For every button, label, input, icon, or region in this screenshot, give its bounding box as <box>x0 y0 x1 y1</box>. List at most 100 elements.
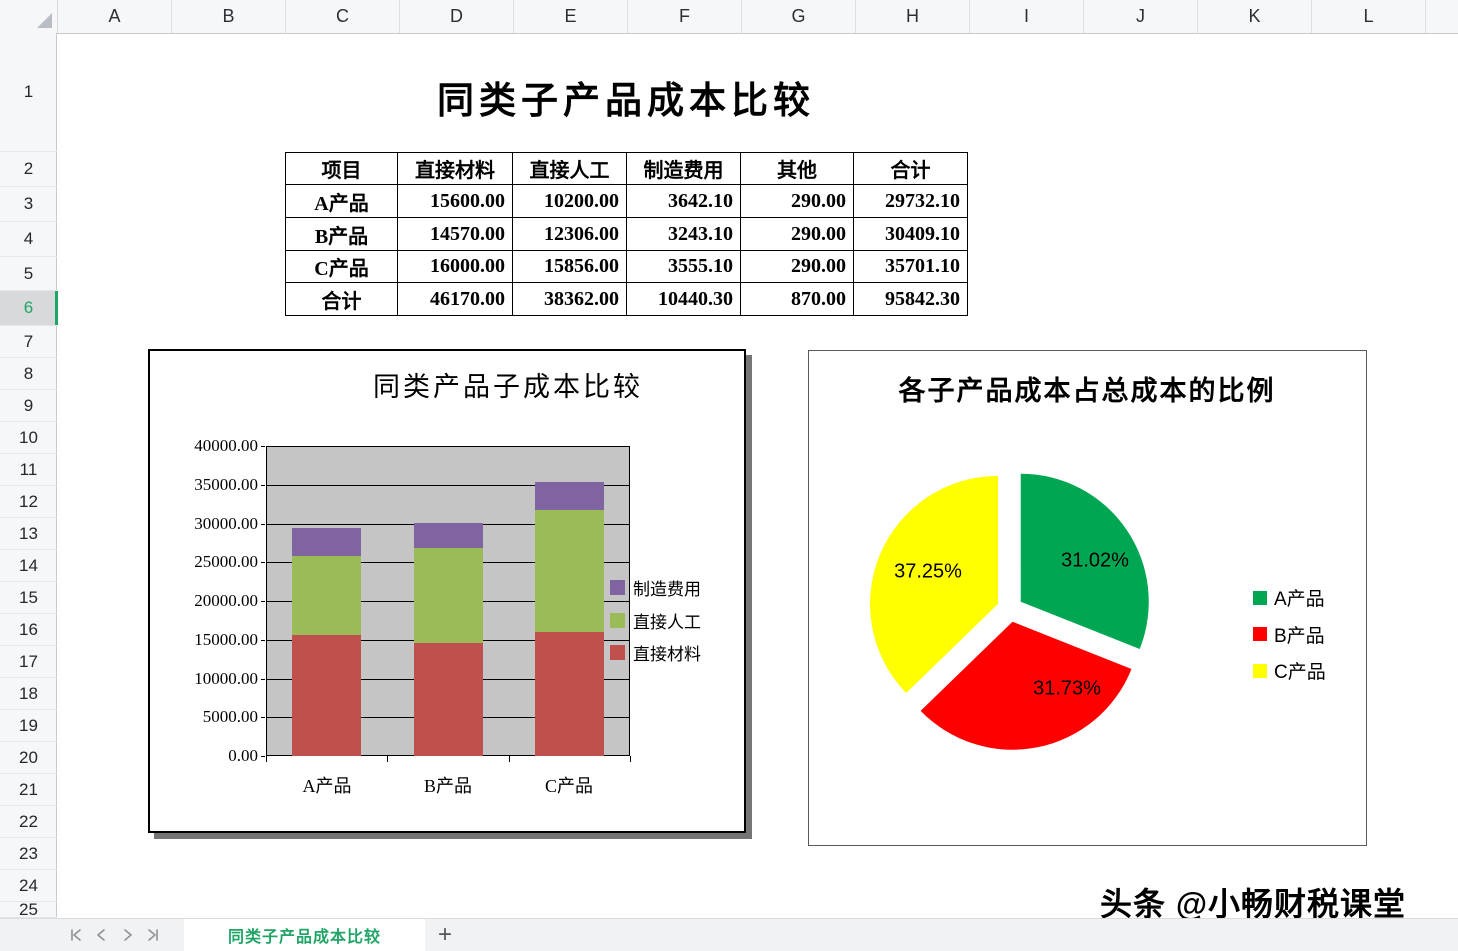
sheet-tab-active[interactable]: 同类子产品成本比较 <box>184 919 425 951</box>
pie-chart-frame[interactable]: 各子产品成本占总成本的比例 31.02%31.73%37.25%A产品B产品C产… <box>808 350 1367 846</box>
row-header-3[interactable]: 3 <box>0 187 57 222</box>
table-cell-r0c5[interactable]: 29732.10 <box>854 185 968 218</box>
table-cell-r1c1[interactable]: 14570.00 <box>398 218 513 251</box>
table-cell-r2c4[interactable]: 290.00 <box>741 251 854 283</box>
add-sheet-button[interactable]: + <box>425 919 465 951</box>
table-cell-r2c3[interactable]: 3555.10 <box>627 251 741 283</box>
bar-segment-B产品-直接人工[interactable] <box>414 548 483 643</box>
bar-segment-C产品-制造费用[interactable] <box>535 482 604 510</box>
row-header-16[interactable]: 16 <box>0 614 57 646</box>
table-cell-r1c3[interactable]: 3243.10 <box>627 218 741 251</box>
page-title[interactable]: 同类子产品成本比较 <box>285 70 967 124</box>
column-header-H[interactable]: H <box>856 0 970 33</box>
row-header-5[interactable]: 5 <box>0 257 57 291</box>
table-header-col1[interactable]: 直接材料 <box>398 153 513 185</box>
bar-chart-title: 同类产品子成本比较 <box>373 365 643 404</box>
bar-segment-B产品-制造费用[interactable] <box>414 523 483 548</box>
bar-segment-C产品-直接人工[interactable] <box>535 509 604 632</box>
legend-item-制造费用[interactable]: 制造费用 <box>610 575 701 600</box>
table-cell-r3c0[interactable]: 合计 <box>286 283 398 316</box>
row-header-8[interactable]: 8 <box>0 358 57 390</box>
column-header-F[interactable]: F <box>628 0 742 33</box>
pie-legend-item-A产品[interactable]: A产品 <box>1253 584 1325 611</box>
bar-segment-A产品-直接人工[interactable] <box>292 556 361 635</box>
column-header-I[interactable]: I <box>970 0 1084 33</box>
table-header-col0[interactable]: 项目 <box>286 153 398 185</box>
table-cell-r0c2[interactable]: 10200.00 <box>513 185 627 218</box>
row-header-4[interactable]: 4 <box>0 222 57 257</box>
column-header-D[interactable]: D <box>400 0 514 33</box>
select-all-corner[interactable] <box>0 0 58 33</box>
table-header-col4[interactable]: 其他 <box>741 153 854 185</box>
row-header-21[interactable]: 21 <box>0 774 57 806</box>
row-header-19[interactable]: 19 <box>0 710 57 742</box>
table-cell-r2c5[interactable]: 35701.10 <box>854 251 968 283</box>
sheet-nav-group <box>62 919 166 951</box>
table-header-col2[interactable]: 直接人工 <box>513 153 627 185</box>
column-header-J[interactable]: J <box>1084 0 1198 33</box>
table-cell-r0c4[interactable]: 290.00 <box>741 185 854 218</box>
row-header-1[interactable]: 1 <box>0 33 57 152</box>
column-header-B[interactable]: B <box>172 0 286 33</box>
bar-segment-A产品-制造费用[interactable] <box>292 528 361 556</box>
table-cell-r0c1[interactable]: 15600.00 <box>398 185 513 218</box>
row-header-10[interactable]: 10 <box>0 422 57 454</box>
cost-table[interactable]: 项目直接材料直接人工制造费用其他合计A产品15600.0010200.00364… <box>285 152 968 316</box>
table-header-col3[interactable]: 制造费用 <box>627 153 741 185</box>
row-header-22[interactable]: 22 <box>0 806 57 838</box>
table-cell-r3c5[interactable]: 95842.30 <box>854 283 968 316</box>
table-cell-r3c2[interactable]: 38362.00 <box>513 283 627 316</box>
column-header-A[interactable]: A <box>58 0 172 33</box>
table-cell-r3c3[interactable]: 10440.30 <box>627 283 741 316</box>
sheet-tab-bar: 同类子产品成本比较 + <box>0 918 1458 951</box>
bar-segment-C产品-直接材料[interactable] <box>535 632 604 756</box>
legend-item-直接材料[interactable]: 直接材料 <box>610 640 701 665</box>
table-cell-r0c0[interactable]: A产品 <box>286 185 398 218</box>
table-cell-r2c0[interactable]: C产品 <box>286 251 398 283</box>
row-header-18[interactable]: 18 <box>0 678 57 710</box>
column-header-E[interactable]: E <box>514 0 628 33</box>
prev-sheet-icon[interactable] <box>88 924 114 946</box>
bar-segment-A产品-直接材料[interactable] <box>292 635 361 756</box>
row-header-14[interactable]: 14 <box>0 550 57 582</box>
row-header-6[interactable]: 6 <box>0 291 57 326</box>
table-header-col5[interactable]: 合计 <box>854 153 968 185</box>
row-header-11[interactable]: 11 <box>0 454 57 486</box>
table-cell-r2c1[interactable]: 16000.00 <box>398 251 513 283</box>
row-header-2[interactable]: 2 <box>0 152 57 187</box>
row-header-17[interactable]: 17 <box>0 646 57 678</box>
table-cell-r3c1[interactable]: 46170.00 <box>398 283 513 316</box>
table-cell-r2c2[interactable]: 15856.00 <box>513 251 627 283</box>
row-header-13[interactable]: 13 <box>0 518 57 550</box>
y-tick-15000 <box>261 640 265 641</box>
row-header-24[interactable]: 24 <box>0 870 57 902</box>
legend-label-直接材料: 直接材料 <box>633 640 701 665</box>
next-sheet-icon[interactable] <box>114 924 140 946</box>
pie-legend-item-B产品[interactable]: B产品 <box>1253 621 1325 648</box>
first-sheet-icon[interactable] <box>62 924 88 946</box>
table-cell-r0c3[interactable]: 3642.10 <box>627 185 741 218</box>
row-header-9[interactable]: 9 <box>0 390 57 422</box>
pie-legend-item-C产品[interactable]: C产品 <box>1253 657 1326 684</box>
table-cell-r3c4[interactable]: 870.00 <box>741 283 854 316</box>
table-cell-r1c5[interactable]: 30409.10 <box>854 218 968 251</box>
column-header-C[interactable]: C <box>286 0 400 33</box>
bar-segment-B产品-直接材料[interactable] <box>414 643 483 756</box>
legend-item-直接人工[interactable]: 直接人工 <box>610 608 701 633</box>
row-header-12[interactable]: 12 <box>0 486 57 518</box>
row-header-25[interactable]: 25 <box>0 902 57 918</box>
y-axis-label-20000: 20000.00 <box>168 591 258 611</box>
bar-chart-frame[interactable]: 同类产品子成本比较 0.005000.0010000.0015000.00200… <box>148 349 746 833</box>
table-cell-r1c4[interactable]: 290.00 <box>741 218 854 251</box>
sheet-area[interactable]: 同类子产品成本比较 项目直接材料直接人工制造费用其他合计A产品15600.001… <box>0 0 1458 918</box>
last-sheet-icon[interactable] <box>140 924 166 946</box>
table-cell-r1c2[interactable]: 12306.00 <box>513 218 627 251</box>
table-cell-r1c0[interactable]: B产品 <box>286 218 398 251</box>
row-header-7[interactable]: 7 <box>0 326 57 358</box>
row-header-15[interactable]: 15 <box>0 582 57 614</box>
column-header-G[interactable]: G <box>742 0 856 33</box>
row-header-23[interactable]: 23 <box>0 838 57 870</box>
row-header-20[interactable]: 20 <box>0 742 57 774</box>
column-header-L[interactable]: L <box>1312 0 1426 33</box>
column-header-K[interactable]: K <box>1198 0 1312 33</box>
